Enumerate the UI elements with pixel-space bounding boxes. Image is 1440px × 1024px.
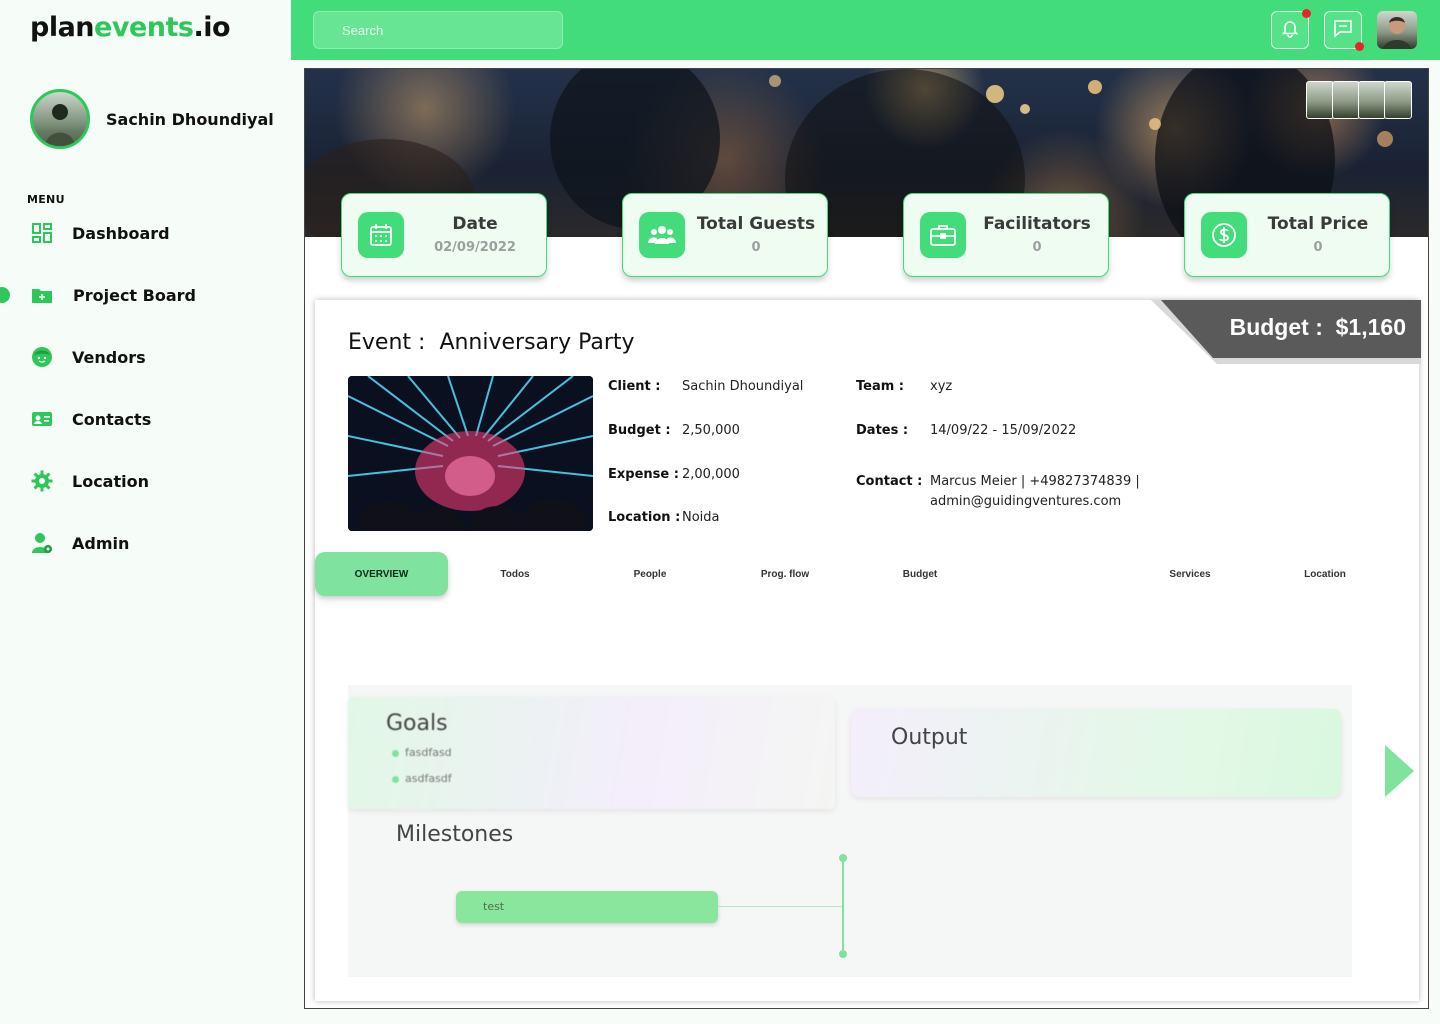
message-badge (1355, 42, 1364, 51)
profile-avatar[interactable] (30, 89, 90, 149)
search-input[interactable] (313, 11, 563, 49)
event-title: Event : Anniversary Party (348, 330, 635, 355)
output-card: Output (851, 709, 1341, 797)
team-avatar (1358, 81, 1386, 119)
stat-card-date: Date 02/09/2022 (341, 193, 547, 277)
user-avatar[interactable] (1377, 11, 1417, 49)
team-avatar (1306, 81, 1334, 119)
contact-label: Contact : (856, 474, 923, 489)
goal-item: fasdfasd (405, 746, 452, 759)
sidebar-item-label: Dashboard (72, 223, 170, 243)
budget-banner: Budget : $1,160 (1151, 300, 1421, 364)
tab-overview[interactable]: OVERVIEW (315, 552, 448, 596)
sidebar-item-label: Location (72, 471, 149, 491)
dollar-icon (1201, 212, 1247, 258)
user-admin-icon (31, 532, 53, 554)
event-tabs: OVERVIEW Todos People Prog. flow Budget … (315, 552, 1419, 596)
bullet-icon (392, 750, 399, 757)
budget-label: Budget : (608, 423, 671, 438)
tab-services[interactable]: Services (1140, 552, 1240, 596)
stat-card-facilitators: Facilitators 0 (903, 193, 1109, 277)
budget-amount: Budget : $1,160 (1229, 314, 1406, 340)
milestone-connector (718, 906, 843, 907)
goals-title: Goals (386, 711, 448, 736)
stat-value: 0 (1032, 240, 1042, 255)
tab-budget[interactable]: Budget (870, 552, 970, 596)
stat-card-total-price: Total Price 0 (1184, 193, 1390, 277)
tab-location[interactable]: Location (1275, 552, 1375, 596)
next-arrow-icon[interactable] (1385, 745, 1414, 797)
folder-plus-icon (31, 284, 53, 306)
chat-icon (1333, 18, 1353, 42)
team-value: xyz (930, 379, 953, 394)
milestones-title: Milestones (396, 822, 514, 847)
dates-value: 14/09/22 - 15/09/2022 (930, 423, 1077, 438)
bullet-icon (392, 776, 399, 783)
main-content: Date 02/09/2022 Total Guests 0 Facilitat… (304, 68, 1429, 1009)
team-avatar (1384, 81, 1412, 119)
sidebar-item-label: Project Board (73, 285, 196, 305)
profile-name: Sachin Dhoundiyal (106, 110, 274, 129)
goals-card: Goals fasdfasd asdfasdf (348, 697, 835, 809)
team-avatar-stack[interactable] (1306, 81, 1412, 119)
contact-value: Marcus Meier | +49827374839 | (930, 474, 1140, 489)
client-label: Client : (608, 379, 661, 394)
stat-card-total-guests: Total Guests 0 (622, 193, 828, 277)
output-title: Output (891, 725, 968, 750)
tab-people[interactable]: People (600, 552, 700, 596)
face-icon (31, 346, 53, 368)
budget-value: 2,50,000 (682, 423, 740, 438)
active-indicator (0, 287, 10, 303)
briefcase-icon (920, 212, 966, 258)
stat-title: Facilitators (983, 214, 1091, 234)
bell-icon (1280, 18, 1300, 42)
location-value: Noida (682, 510, 720, 525)
milestone-item[interactable]: test (456, 891, 718, 923)
sidebar-item-label: Contacts (72, 409, 152, 429)
stat-value: 0 (1313, 240, 1323, 255)
dashboard-icon (31, 222, 53, 244)
stat-title: Total Price (1267, 214, 1369, 234)
team-label: Team : (856, 379, 905, 394)
notification-badge (1302, 9, 1311, 18)
goal-item: asdfasdf (405, 772, 452, 785)
sidebar-item-label: Admin (72, 533, 130, 553)
contact-card-icon (31, 408, 53, 430)
sidebar-item-project-board[interactable]: Project Board (0, 275, 291, 315)
stat-value: 02/09/2022 (434, 240, 516, 255)
gear-icon (31, 470, 53, 492)
sidebar-item-contacts[interactable]: Contacts (0, 399, 291, 439)
expense-value: 2,00,000 (682, 467, 740, 482)
milestone-timeline (842, 857, 844, 953)
stat-title: Total Guests (696, 214, 816, 234)
sidebar-item-location[interactable]: Location (0, 461, 291, 501)
messages-button[interactable] (1324, 11, 1364, 51)
sidebar-item-dashboard[interactable]: Dashboard (0, 213, 291, 253)
notification-button[interactable] (1271, 9, 1311, 49)
stat-title: Date (452, 214, 498, 234)
calendar-icon (358, 212, 404, 258)
sidebar-item-admin[interactable]: Admin (0, 523, 291, 563)
dates-label: Dates : (856, 423, 909, 438)
stat-value: 0 (751, 240, 761, 255)
timeline-dot (839, 854, 847, 862)
menu-label: MENU (27, 193, 65, 206)
team-avatar (1332, 81, 1360, 119)
overview-panel: Goals fasdfasd asdfasdf Output Milestone… (348, 685, 1352, 977)
topbar (291, 0, 1440, 60)
sidebar: planevents.io Sachin Dhoundiyal MENU Das… (0, 0, 291, 1024)
sidebar-item-label: Vendors (72, 347, 146, 367)
location-label: Location : (608, 510, 681, 525)
brand-logo[interactable]: planevents.io (30, 12, 231, 43)
tab-todos[interactable]: Todos (465, 552, 565, 596)
contact-email[interactable]: admin@guidingventures.com (930, 494, 1121, 509)
event-thumbnail (348, 376, 593, 531)
event-details-card: Budget : $1,160 Event : Anniversary Part… (315, 300, 1421, 1001)
sidebar-item-vendors[interactable]: Vendors (0, 337, 291, 377)
people-icon (639, 212, 685, 258)
client-value: Sachin Dhoundiyal (682, 379, 804, 394)
tab-prog-flow[interactable]: Prog. flow (735, 552, 835, 596)
timeline-dot (839, 950, 847, 958)
expense-label: Expense : (608, 467, 679, 482)
